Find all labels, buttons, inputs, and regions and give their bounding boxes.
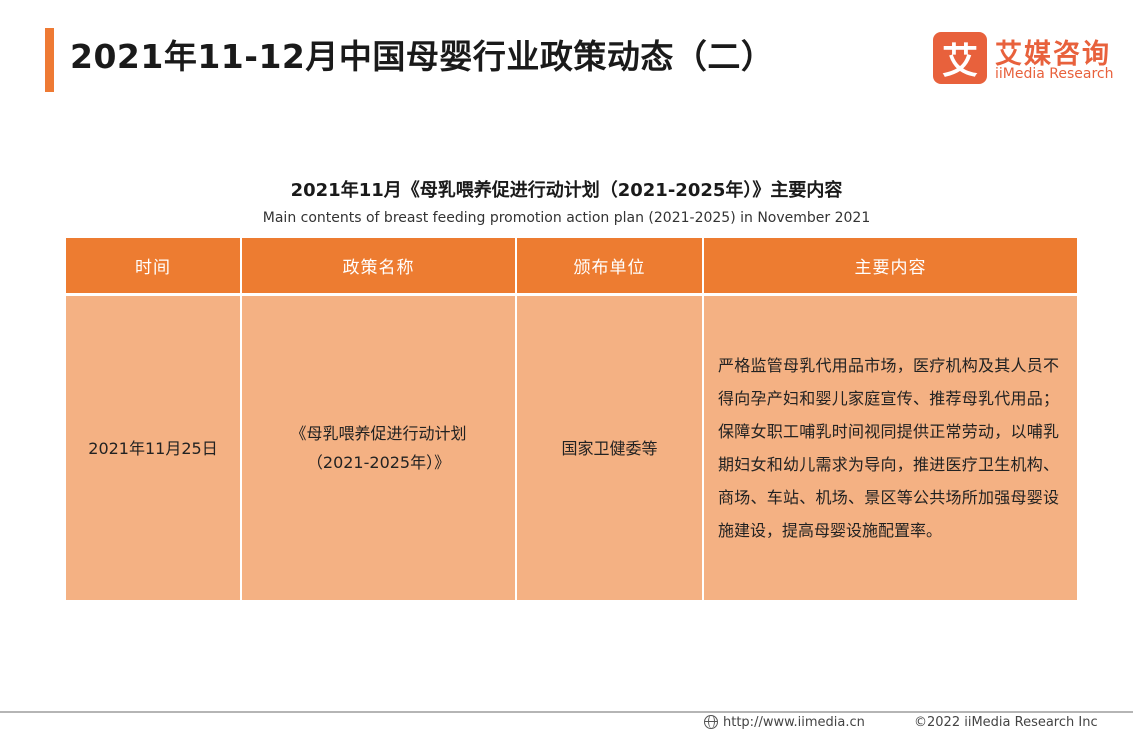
column-header-policy-name: 政策名称 (241, 238, 517, 295)
logo-name-en: iiMedia Research (995, 66, 1114, 82)
title-accent-bar (45, 28, 54, 92)
policy-name-line1: 《母乳喂养促进行动计划 (290, 424, 467, 443)
cell-policy-name: 《母乳喂养促进行动计划 （2021-2025年）》 (241, 293, 517, 600)
globe-icon (704, 715, 718, 729)
table-title: 2021年11月《母乳喂养促进行动计划（2021-2025年）》主要内容 (290, 180, 843, 201)
footer-divider (0, 711, 1133, 713)
logo-mark-icon: 艾 (933, 32, 987, 84)
cell-date: 2021年11月25日 (66, 293, 242, 600)
table-header-row: 时间 政策名称 颁布单位 主要内容 (66, 238, 1077, 295)
column-header-content: 主要内容 (703, 238, 1077, 295)
footer-url[interactable]: http://www.iimedia.cn (704, 715, 865, 730)
cell-issuer: 国家卫健委等 (516, 293, 704, 600)
column-header-date: 时间 (66, 238, 242, 295)
footer-copyright: ©2022 iiMedia Research Inc (914, 715, 1098, 730)
table-row: 2021年11月25日 《母乳喂养促进行动计划 （2021-2025年）》 国家… (66, 293, 1077, 600)
column-header-issuer: 颁布单位 (516, 238, 704, 295)
policy-name-line2: （2021-2025年）》 (306, 453, 451, 472)
cell-content: 严格监管母乳代用品市场，医疗机构及其人员不得向孕产妇和婴儿家庭宣传、推荐母乳代用… (703, 293, 1077, 600)
page-title: 2021年11-12月中国母婴行业政策动态（二） (70, 37, 775, 76)
policy-table: 时间 政策名称 颁布单位 主要内容 2021年11月25日 《母乳喂养促进行动计… (66, 238, 1077, 600)
table-subtitle: Main contents of breast feeding promotio… (262, 210, 871, 226)
brand-logo: 艾 艾媒咨询 iiMedia Research (933, 32, 1123, 86)
footer-url-text[interactable]: http://www.iimedia.cn (723, 715, 865, 730)
